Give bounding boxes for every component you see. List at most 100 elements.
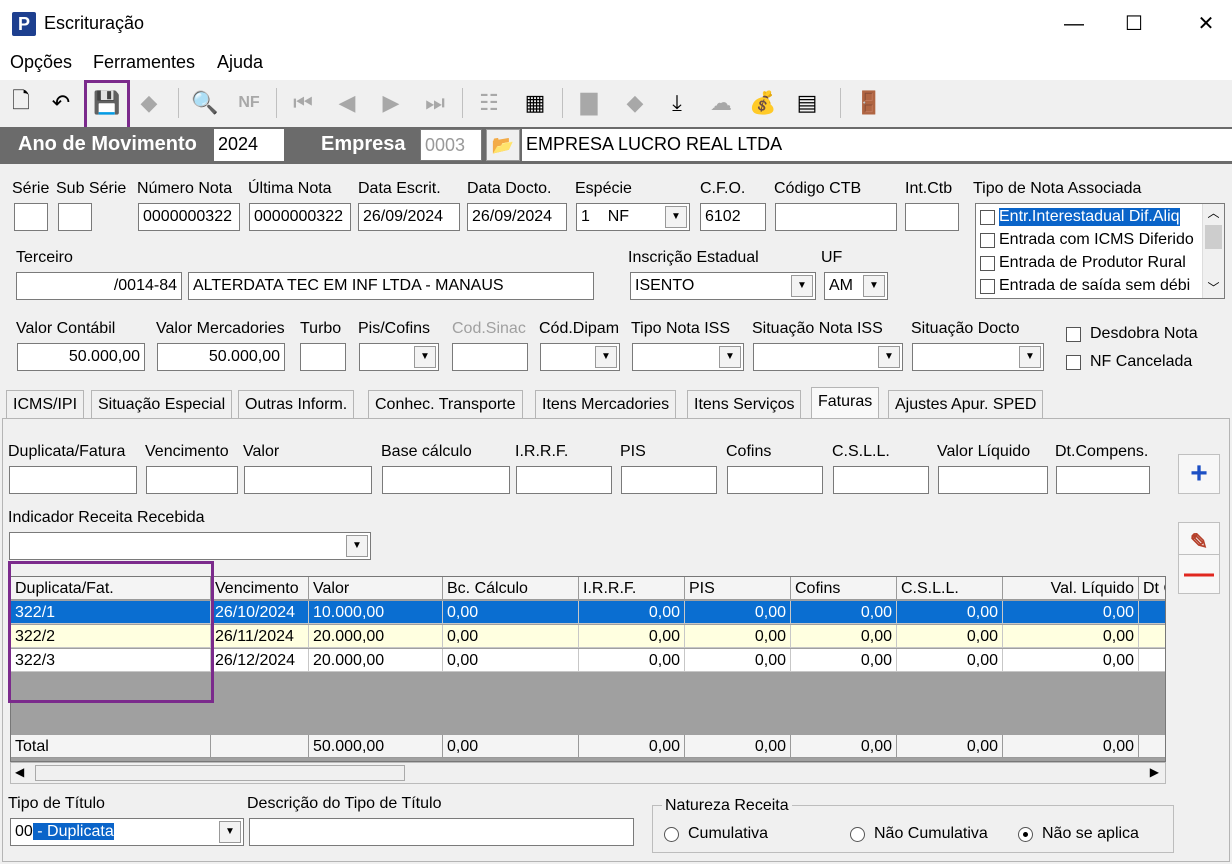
checkbox[interactable] (1066, 326, 1081, 342)
column-header[interactable]: PIS (685, 577, 791, 600)
indicador-receita-select[interactable]: ▼ (9, 532, 371, 560)
last-record-icon[interactable]: ⏭ (418, 86, 452, 120)
chevron-up-icon[interactable]: ︿ (1203, 204, 1224, 221)
checkbox[interactable] (1066, 354, 1081, 370)
serie-field[interactable] (14, 203, 48, 231)
table-cell[interactable] (1139, 601, 1165, 624)
table-cell[interactable]: 0,00 (791, 601, 897, 624)
table-cell[interactable]: 0,00 (579, 601, 685, 624)
chevron-down-icon[interactable]: ▼ (1019, 346, 1041, 368)
desdobra-nota-checkbox[interactable]: Desdobra Nota (1066, 325, 1198, 343)
table-cell[interactable]: 0,00 (443, 601, 579, 624)
valor-liquido-field[interactable] (938, 466, 1048, 494)
table-cell[interactable]: 0,00 (579, 625, 685, 648)
cfo-field[interactable]: 6102 (700, 203, 766, 231)
add-button[interactable]: + (1178, 454, 1220, 494)
list-item[interactable]: Entr.Interestadual Dif.Aliq (980, 206, 1202, 228)
table-cell[interactable]: 0,00 (685, 601, 791, 624)
tab-conhec-transporte[interactable]: Conhec. Transporte (368, 390, 523, 418)
inscricao-estadual-select[interactable]: ISENTO ▼ (630, 272, 816, 300)
radio-button[interactable] (664, 826, 679, 842)
cloud-icon[interactable]: ☁ (704, 86, 738, 120)
table-cell[interactable]: 20.000,00 (309, 625, 443, 648)
checkbox[interactable] (980, 209, 995, 225)
chevron-down-icon[interactable]: ▼ (346, 535, 368, 557)
chevron-down-icon[interactable]: ▼ (878, 346, 900, 368)
int-ctb-field[interactable] (905, 203, 959, 231)
first-record-icon[interactable]: ⏮ (286, 86, 320, 120)
menu-ferramentas[interactable]: Ferramentes (93, 52, 195, 73)
scroll-thumb[interactable] (1205, 225, 1222, 249)
folder-icon[interactable]: ▇ (572, 86, 606, 120)
paint-icon[interactable]: ◆ (618, 86, 652, 120)
sub-serie-field[interactable] (58, 203, 92, 231)
cofins-field[interactable] (727, 466, 823, 494)
chevron-down-icon[interactable]: ﹀ (1203, 279, 1224, 296)
data-docto-field[interactable]: 26/09/2024 (467, 203, 567, 231)
chevron-right-icon[interactable]: ▶ (1150, 765, 1159, 779)
situacao-nota-iss-select[interactable]: ▼ (753, 343, 903, 371)
table-cell[interactable]: 0,00 (685, 649, 791, 672)
situacao-docto-select[interactable]: ▼ (912, 343, 1044, 371)
calculator-icon[interactable]: ▦ (518, 86, 552, 120)
chevron-down-icon[interactable]: ▼ (595, 346, 617, 368)
table-cell[interactable] (1139, 625, 1165, 648)
table-cell[interactable]: 26/11/2024 (211, 625, 309, 648)
nf-cancelada-checkbox[interactable]: NF Cancelada (1066, 353, 1192, 371)
chevron-down-icon[interactable]: ▼ (414, 346, 436, 368)
table-cell[interactable]: 0,00 (897, 601, 1003, 624)
remove-button[interactable]: — (1178, 554, 1220, 594)
column-header[interactable]: Val. Líquido (1003, 577, 1139, 600)
checkbox[interactable] (980, 255, 995, 271)
table-cell[interactable]: 0,00 (579, 649, 685, 672)
cod-dipam-select[interactable]: ▼ (540, 343, 620, 371)
horizontal-scrollbar[interactable]: ◀ ▶ (10, 762, 1166, 784)
tree-icon[interactable]: ☷ (472, 86, 506, 120)
radio-nao-cumulativa[interactable]: Não Cumulativa (850, 825, 988, 843)
pis-field[interactable] (621, 466, 717, 494)
list-item[interactable]: Entrada de saída sem débi (980, 275, 1202, 297)
minimize-icon[interactable]: — (1054, 8, 1094, 40)
pis-cofins-select[interactable]: ▼ (359, 343, 439, 371)
chevron-down-icon[interactable]: ▼ (219, 821, 241, 843)
chevron-down-icon[interactable]: ▼ (719, 346, 741, 368)
dt-compens-field[interactable] (1056, 466, 1150, 494)
codigo-ctb-field[interactable] (775, 203, 897, 231)
especie-select[interactable]: 1 NF ▼ (576, 203, 690, 231)
table-cell[interactable]: 20.000,00 (309, 649, 443, 672)
empresa-code-field[interactable]: 0003 (420, 129, 482, 161)
eraser-icon[interactable]: ◆ (132, 86, 166, 120)
checkbox[interactable] (980, 232, 995, 248)
duplicata-fatura-field[interactable] (9, 466, 137, 494)
vencimento-field[interactable] (146, 466, 238, 494)
chevron-left-icon[interactable]: ◀ (15, 765, 24, 779)
print-preview-icon[interactable]: 🔍 (188, 86, 222, 120)
table-cell[interactable]: 0,00 (791, 625, 897, 648)
column-header[interactable]: Valor (309, 577, 443, 600)
valor-mercadorias-field[interactable]: 50.000,00 (157, 343, 285, 371)
table-cell[interactable]: 0,00 (1003, 625, 1139, 648)
tab-outras-inform[interactable]: Outras Inform. (238, 390, 355, 418)
tipo-nota-associada-list[interactable]: Entr.Interestadual Dif.Aliq Entrada com … (975, 203, 1225, 299)
valor-contabil-field[interactable]: 50.000,00 (17, 343, 145, 371)
tipo-nota-iss-select[interactable]: ▼ (632, 343, 744, 371)
radio-cumulativa[interactable]: Cumulativa (664, 825, 768, 843)
tab-ajustes-apur-sped[interactable]: Ajustes Apur. SPED (888, 390, 1044, 418)
ano-movimento-field[interactable]: 2024 (214, 129, 284, 161)
table-cell[interactable]: 0,00 (897, 625, 1003, 648)
open-folder-icon[interactable]: 📂 (486, 129, 520, 161)
irrf-field[interactable] (516, 466, 612, 494)
list-item[interactable]: Entrada de Produtor Rural (980, 252, 1202, 274)
undo-icon[interactable]: ↶ (44, 86, 78, 120)
tab-itens-mercadorias[interactable]: Itens Mercadories (535, 390, 677, 418)
column-header[interactable]: Dt C (1139, 577, 1165, 600)
chevron-down-icon[interactable]: ▼ (863, 275, 885, 297)
tab-faturas[interactable]: Faturas (811, 387, 880, 419)
uf-select[interactable]: AM ▼ (824, 272, 888, 300)
previous-record-icon[interactable]: ◀ (330, 86, 364, 120)
tab-situacao-especial[interactable]: Situação Especial (91, 390, 233, 418)
scroll-thumb[interactable] (35, 765, 405, 781)
radio-nao-se-aplica[interactable]: Não se aplica (1018, 825, 1139, 843)
exit-door-icon[interactable]: 🚪 (852, 86, 886, 120)
column-header[interactable]: Vencimento (211, 577, 309, 600)
